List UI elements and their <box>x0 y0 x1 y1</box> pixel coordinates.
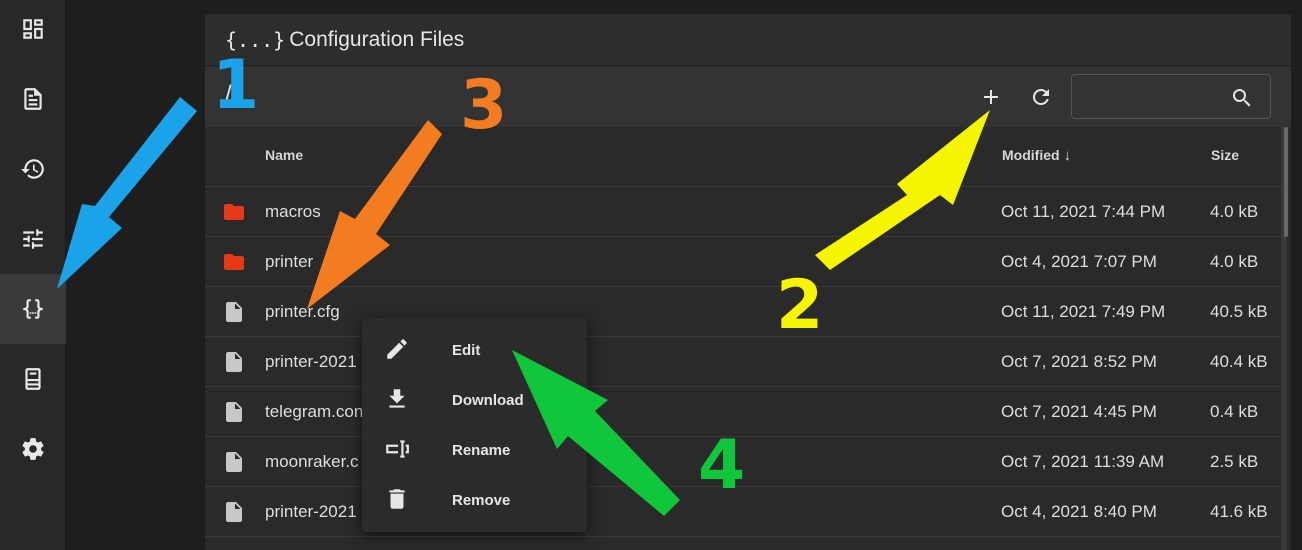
file-icon <box>226 352 242 372</box>
col-modified-header[interactable]: Modified ↓ <box>1002 147 1071 164</box>
dashboard-icon <box>23 19 43 39</box>
pencil-icon <box>387 339 407 359</box>
file-icon <box>226 452 242 472</box>
menu-item-remove[interactable]: Remove <box>362 473 587 523</box>
file-modified: Oct 4, 2021 8:40 PM <box>1001 502 1157 521</box>
file-size: 40.5 kB <box>1210 302 1268 321</box>
trash-icon <box>389 489 405 509</box>
file-name[interactable]: printer-2021 <box>265 352 357 372</box>
blue-arrow <box>57 97 197 289</box>
nav-history[interactable] <box>0 134 66 204</box>
refresh-button[interactable] <box>1027 83 1055 111</box>
menu-item-label: Remove <box>452 492 511 509</box>
tune-icon <box>23 229 43 249</box>
file-name[interactable]: moonraker.c <box>265 452 359 472</box>
add-button[interactable] <box>977 83 1005 111</box>
document-icon <box>24 88 42 110</box>
scrollbar-thumb[interactable] <box>1284 127 1288 237</box>
gear-icon <box>22 438 44 460</box>
toolbar: / <box>205 67 1291 127</box>
file-modified: Oct 7, 2021 8:52 PM <box>1001 352 1157 371</box>
menu-item-rename[interactable]: Rename <box>362 423 587 473</box>
file-modified: Oct 7, 2021 11:39 AM <box>1001 452 1165 471</box>
search-box[interactable] <box>1071 74 1271 119</box>
file-icon <box>226 502 242 522</box>
file-name[interactable]: printer.cfg <box>265 302 340 322</box>
machine-icon <box>25 368 41 390</box>
nav-dashboard[interactable] <box>0 0 66 64</box>
arrow-down-icon: ↓ <box>1063 147 1072 164</box>
card-header: {...} Configuration Files <box>205 14 1291 66</box>
code-braces-icon <box>23 299 43 319</box>
folder-icon <box>224 254 244 270</box>
table-header: Name Modified ↓ Size <box>205 127 1281 187</box>
file-modified: Oct 11, 2021 7:44 PM <box>1001 202 1166 221</box>
file-name[interactable]: printer <box>265 252 313 272</box>
search-input[interactable] <box>1082 83 1222 111</box>
col-name-header[interactable]: Name <box>265 147 303 163</box>
breadcrumb-path[interactable]: / <box>225 81 232 109</box>
table-row[interactable]: printer Oct 4, 2021 7:07 PM 4.0 kB <box>205 237 1281 287</box>
file-size: 0.4 kB <box>1210 402 1259 421</box>
file-modified: Oct 11, 2021 7:49 PM <box>1001 302 1166 321</box>
file-modified: Oct 7, 2021 4:45 PM <box>1001 402 1157 421</box>
menu-item-edit[interactable]: Edit <box>362 323 587 373</box>
file-name[interactable]: macros <box>265 202 321 222</box>
history-icon <box>21 159 44 179</box>
nav-console[interactable] <box>0 64 66 134</box>
nav-settings[interactable] <box>0 414 66 484</box>
menu-item-label: Edit <box>452 342 481 359</box>
rename-icon <box>386 440 409 458</box>
file-modified: Oct 4, 2021 7:07 PM <box>1001 252 1157 271</box>
menu-item-label: Download <box>452 392 524 409</box>
sidebar <box>0 0 66 550</box>
search-icon[interactable] <box>1230 86 1254 110</box>
nav-machine[interactable] <box>0 344 66 414</box>
file-icon <box>226 302 242 322</box>
page-title: Configuration Files <box>289 27 465 51</box>
context-menu: Edit Download Rename Remove <box>362 318 587 532</box>
plus-icon <box>984 90 998 104</box>
file-size: 40.4 kB <box>1210 352 1268 371</box>
folder-icon <box>224 204 244 220</box>
menu-item-label: Rename <box>452 442 511 459</box>
download-icon <box>389 389 405 408</box>
nav-tune[interactable] <box>0 204 66 274</box>
file-size: 4.0 kB <box>1210 252 1259 271</box>
nav-configuration[interactable] <box>0 274 66 344</box>
file-size: 2.5 kB <box>1210 452 1259 471</box>
file-size: 4.0 kB <box>1210 202 1259 221</box>
file-icon <box>226 402 242 422</box>
code-braces-icon: {...} <box>225 27 286 52</box>
menu-item-download[interactable]: Download <box>362 373 587 423</box>
file-name[interactable]: telegram.con <box>265 402 363 422</box>
table-row[interactable]: macros Oct 11, 2021 7:44 PM 4.0 kB <box>205 187 1281 237</box>
refresh-icon <box>1032 88 1049 105</box>
col-modified-label: Modified <box>1002 147 1060 163</box>
col-size-header[interactable]: Size <box>1211 147 1239 163</box>
file-size: 41.6 kB <box>1210 502 1268 521</box>
file-name[interactable]: printer-2021 <box>265 502 357 522</box>
